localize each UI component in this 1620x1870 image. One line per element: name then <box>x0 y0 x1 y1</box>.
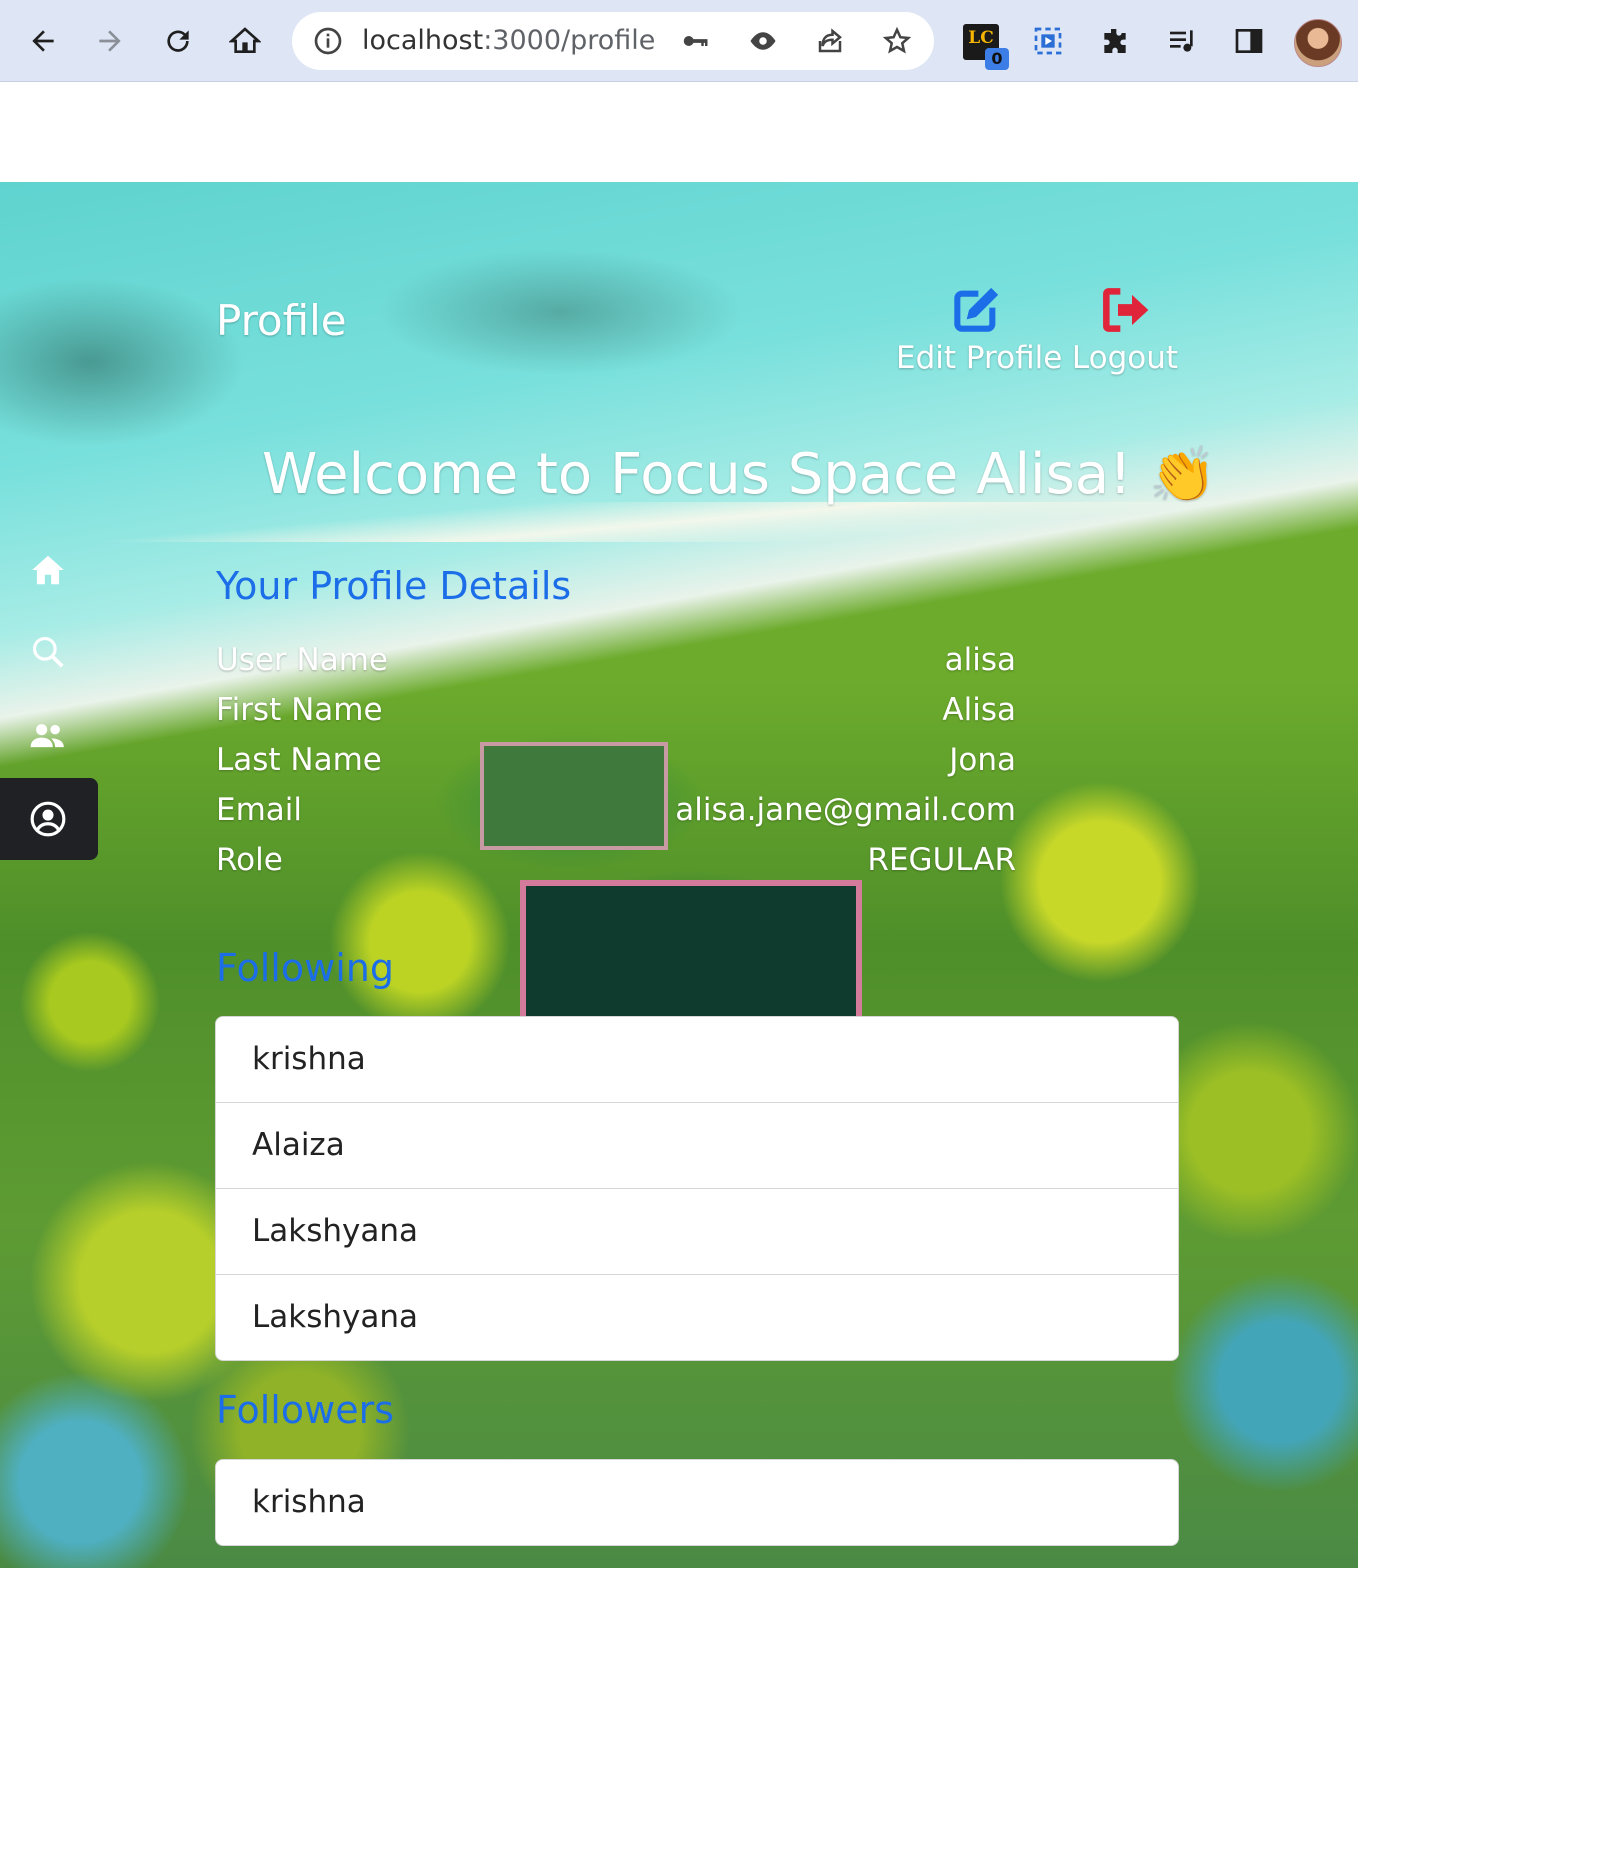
list-item[interactable]: krishna <box>216 1017 1178 1102</box>
screen-capture-icon[interactable] <box>1025 18 1071 64</box>
list-item[interactable]: Alaiza <box>216 1102 1178 1188</box>
url-text[interactable]: localhost:3000/profile <box>362 25 655 56</box>
logout-icon <box>1103 288 1149 332</box>
detail-row-username: User Name alisa <box>216 642 1016 686</box>
info-icon[interactable] <box>312 25 344 57</box>
detail-label: Email <box>216 792 303 828</box>
eye-icon[interactable] <box>746 24 780 58</box>
detail-value: Alisa <box>942 692 1016 728</box>
detail-row-last-name: Last Name Jona <box>216 742 1016 786</box>
page-title: Profile <box>216 296 347 345</box>
detail-label: Last Name <box>216 742 382 778</box>
top-band <box>0 82 1358 182</box>
detail-value: alisa.jane@gmail.com <box>675 792 1016 828</box>
url-path: :3000/profile <box>483 25 656 56</box>
following-list: krishna Alaiza Lakshyana Lakshyana <box>215 1016 1179 1361</box>
star-icon[interactable] <box>880 24 914 58</box>
logout-button[interactable]: Logout <box>1070 282 1180 376</box>
users-icon[interactable] <box>26 714 70 758</box>
extension-badge: 0 <box>985 48 1009 70</box>
detail-label: Role <box>216 842 283 878</box>
address-bar[interactable]: localhost:3000/profile <box>292 12 934 70</box>
detail-row-first-name: First Name Alisa <box>216 692 1016 736</box>
profile-details-heading: Your Profile Details <box>216 564 572 608</box>
share-icon[interactable] <box>813 24 847 58</box>
logout-label: Logout <box>1071 340 1179 376</box>
media-queue-icon[interactable] <box>1159 18 1205 64</box>
detail-value: alisa <box>944 642 1016 678</box>
url-host: localhost <box>362 25 484 56</box>
edit-profile-button[interactable]: Edit Profile <box>896 282 1063 376</box>
edit-profile-label: Edit Profile <box>896 340 1063 376</box>
search-icon[interactable] <box>26 630 70 674</box>
detail-value: Jona <box>949 742 1016 778</box>
followers-heading: Followers <box>216 1388 394 1432</box>
detail-value: REGULAR <box>867 842 1016 878</box>
shoreline <box>0 502 1358 542</box>
list-item[interactable]: krishna <box>216 1460 1178 1545</box>
followers-list: krishna <box>215 1459 1179 1546</box>
welcome-text: Welcome to Focus Space Alisa! <box>262 442 1132 507</box>
back-icon[interactable] <box>20 18 66 64</box>
browser-toolbar: localhost:3000/profile LC 0 <box>0 0 1358 82</box>
clapping-hands-icon: 👏 <box>1149 443 1217 506</box>
detail-row-email: Email alisa.jane@gmail.com <box>216 792 1016 836</box>
list-item[interactable]: Lakshyana <box>216 1188 1178 1274</box>
side-panel-icon[interactable] <box>1226 18 1272 64</box>
key-icon[interactable] <box>678 24 712 58</box>
profile-avatar[interactable] <box>1294 19 1342 67</box>
puzzle-icon[interactable] <box>1092 18 1138 64</box>
home-icon[interactable] <box>222 18 268 64</box>
list-item[interactable]: Lakshyana <box>216 1274 1178 1360</box>
reload-icon[interactable] <box>155 18 201 64</box>
detail-label: First Name <box>216 692 383 728</box>
forward-icon[interactable] <box>87 18 133 64</box>
detail-label: User Name <box>216 642 388 678</box>
home-icon[interactable] <box>26 548 70 592</box>
detail-row-role: Role REGULAR <box>216 842 1016 886</box>
welcome-heading: Welcome to Focus Space Alisa! 👏 <box>262 442 1217 507</box>
profile-icon[interactable] <box>26 797 70 841</box>
edit-icon <box>954 287 999 332</box>
following-heading: Following <box>216 946 394 990</box>
